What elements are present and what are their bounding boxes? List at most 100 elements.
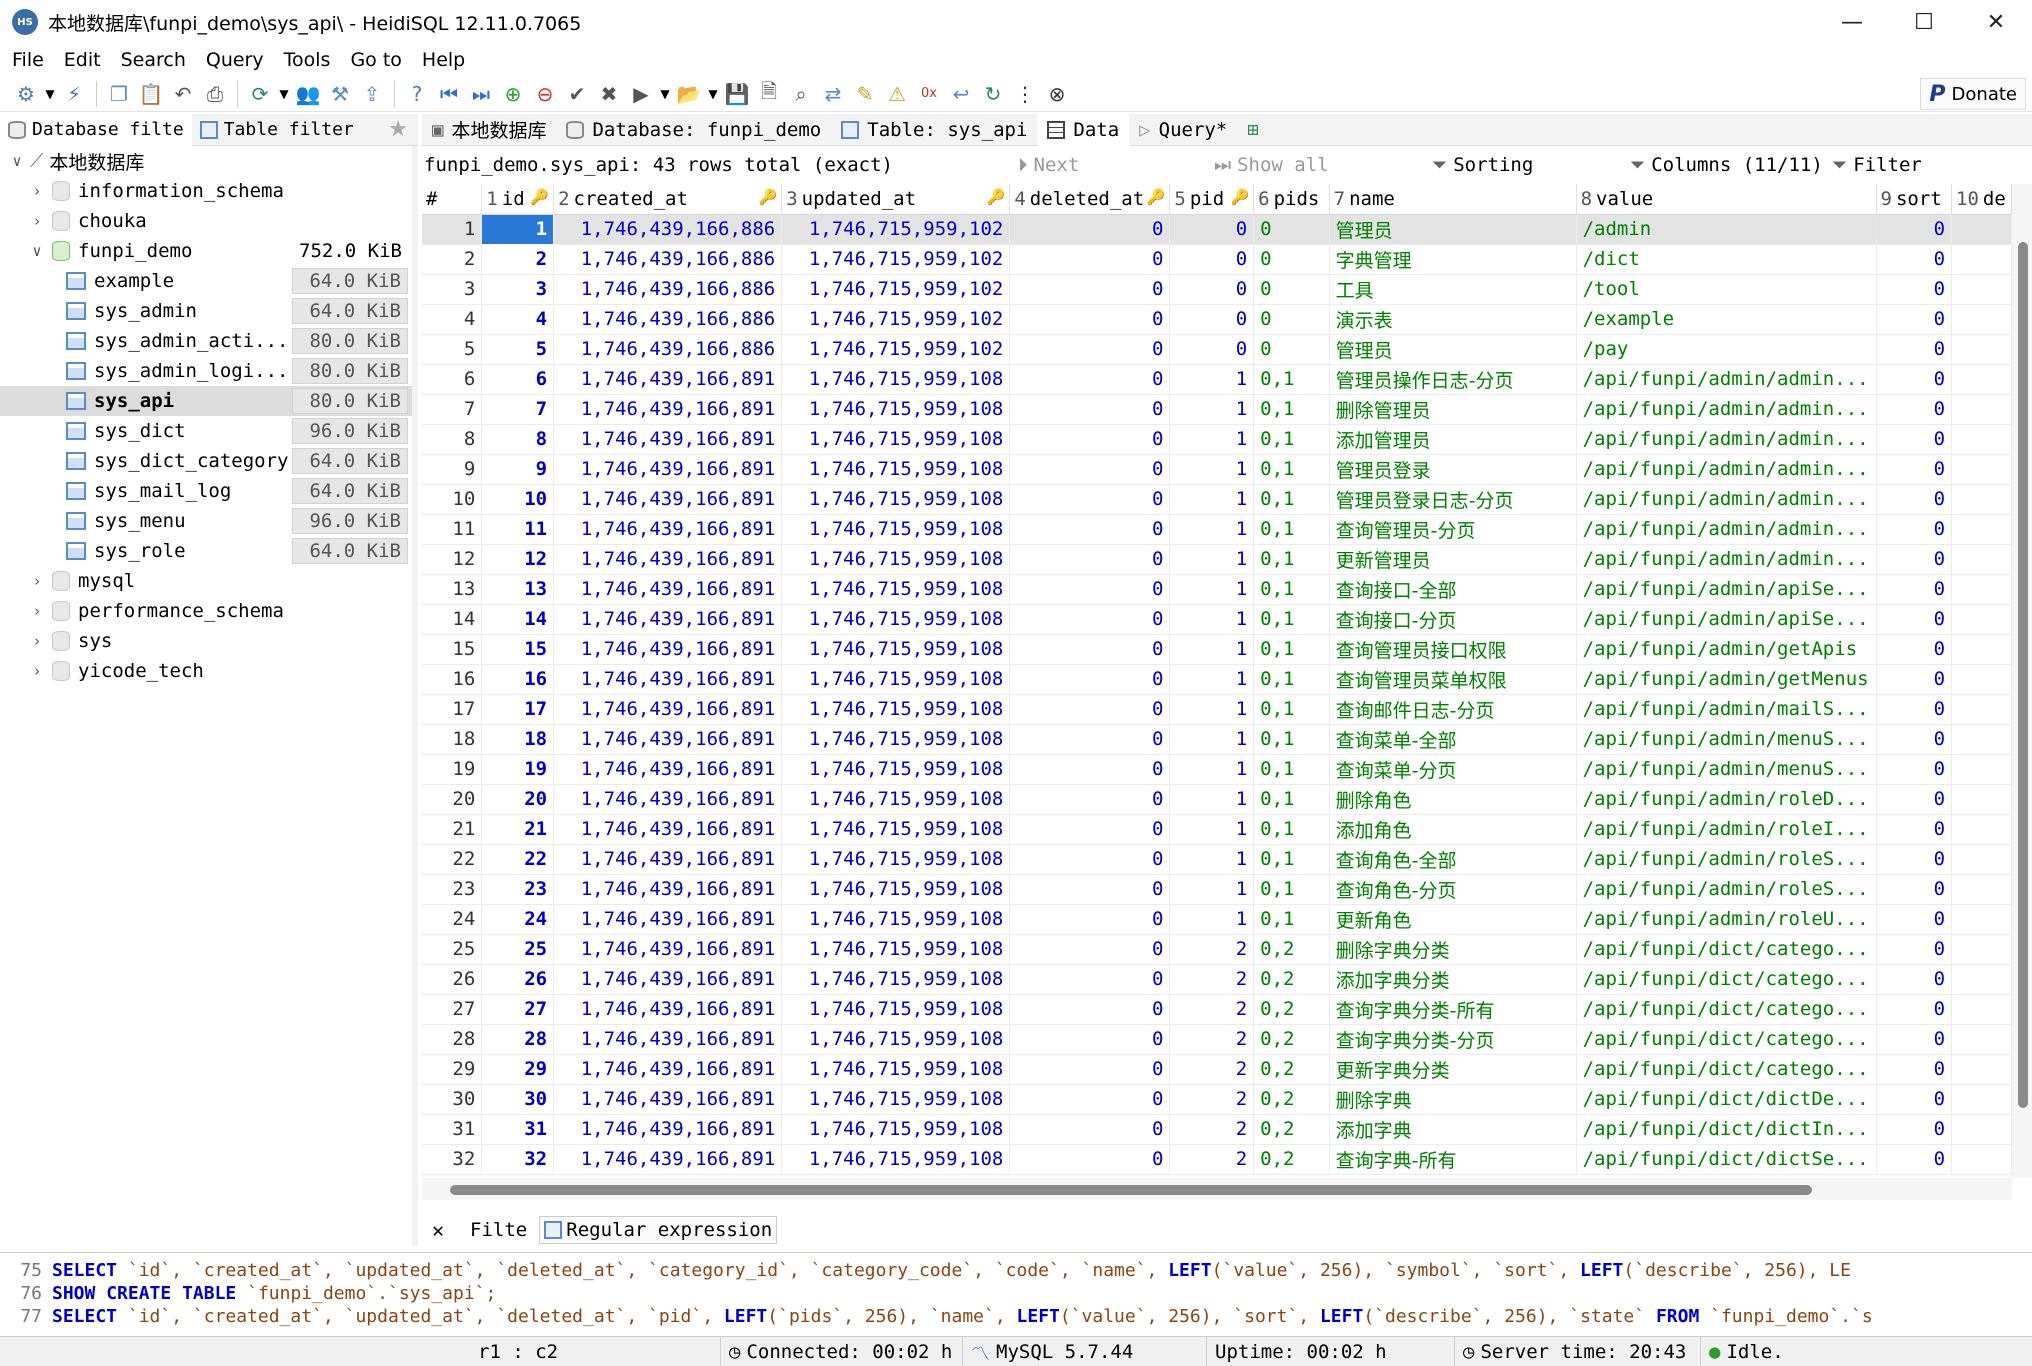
cell-updated-at[interactable]: 1,746,715,959,108 <box>781 574 1011 605</box>
cell-id[interactable]: 2 <box>481 244 555 275</box>
cell-sort[interactable]: 0 <box>1876 964 1953 995</box>
tree-db-performance-schema[interactable]: › performance_schema <box>0 596 412 626</box>
save-as-icon[interactable]: 🗎 <box>753 79 785 109</box>
cell-deleted-at[interactable]: 0 <box>1009 334 1171 365</box>
cell-deleted-at[interactable]: 0 <box>1009 1054 1171 1085</box>
cell-pids[interactable]: 0,1 <box>1253 904 1330 935</box>
menu-goto[interactable]: Go to <box>340 49 411 71</box>
cell-sort[interactable]: 0 <box>1876 784 1953 815</box>
cell-describe[interactable] <box>1951 844 2012 875</box>
cell-deleted-at[interactable]: 0 <box>1009 784 1171 815</box>
cell-sort[interactable]: 0 <box>1876 664 1953 695</box>
cell-id[interactable]: 32 <box>481 1144 555 1175</box>
cell-sort[interactable]: 0 <box>1876 364 1953 395</box>
cell-created-at[interactable]: 1,746,439,166,891 <box>553 634 783 665</box>
cell-id[interactable]: 17 <box>481 694 555 725</box>
cell-value[interactable]: /api/funpi/admin/admin... <box>1576 484 1877 515</box>
table-row[interactable]: 11 11 1,746,439,166,891 1,746,715,959,108 0 1… <box>422 514 2012 545</box>
cell-deleted-at[interactable]: 0 <box>1009 664 1171 695</box>
cell-describe[interactable] <box>1951 874 2012 905</box>
dropdown-arrow-icon[interactable]: ▼ <box>276 79 292 109</box>
chevron-down-icon[interactable]: ∨ <box>10 152 24 170</box>
cell-sort[interactable]: 0 <box>1876 754 1953 785</box>
cell-sort[interactable]: 0 <box>1876 994 1953 1025</box>
cell-name[interactable]: 查询接口-分页 <box>1329 604 1577 635</box>
column-header-rownum[interactable]: # <box>422 184 483 215</box>
tree-table-sys-dict[interactable]: sys_dict 96.0 KiB <box>0 416 412 446</box>
cell-sort[interactable]: 0 <box>1876 304 1953 335</box>
stop-icon[interactable]: ⊗ <box>1041 79 1073 109</box>
cell-updated-at[interactable]: 1,746,715,959,108 <box>781 664 1011 695</box>
save-icon[interactable]: 💾 <box>721 79 753 109</box>
tree-db-information-schema[interactable]: › information_schema <box>0 176 412 206</box>
cell-pid[interactable]: 2 <box>1169 1024 1255 1055</box>
cell-pids[interactable]: 0,1 <box>1253 514 1330 545</box>
cell-pid[interactable]: 1 <box>1169 454 1255 485</box>
cell-deleted-at[interactable]: 0 <box>1009 754 1171 785</box>
cell-pid[interactable]: 2 <box>1169 1114 1255 1145</box>
cell-updated-at[interactable]: 1,746,715,959,108 <box>781 934 1011 965</box>
cell-deleted-at[interactable]: 0 <box>1009 544 1171 575</box>
cancel-changes-icon[interactable]: ✖ <box>593 79 625 109</box>
favorite-star-icon[interactable]: ★ <box>388 117 408 142</box>
tree-table-sys-mail-log[interactable]: sys_mail_log 64.0 KiB <box>0 476 412 506</box>
cell-id[interactable]: 29 <box>481 1054 555 1085</box>
menu-edit[interactable]: Edit <box>54 49 111 71</box>
cell-describe[interactable] <box>1951 1144 2012 1175</box>
table-row[interactable]: 26 26 1,746,439,166,891 1,746,715,959,108 0 2… <box>422 964 2012 995</box>
cell-pid[interactable]: 1 <box>1169 904 1255 935</box>
cell-sort[interactable]: 0 <box>1876 394 1953 425</box>
table-row[interactable]: 19 19 1,746,439,166,891 1,746,715,959,108 0 1… <box>422 754 2012 785</box>
cell-value[interactable]: /api/funpi/admin/menuS... <box>1576 724 1877 755</box>
cell-updated-at[interactable]: 1,746,715,959,108 <box>781 844 1011 875</box>
hex-icon[interactable]: 0x <box>913 79 945 109</box>
column-header-deleted-at[interactable]: 4 deleted_at 🔑 <box>1009 184 1171 215</box>
cell-updated-at[interactable]: 1,746,715,959,108 <box>781 424 1011 455</box>
cell-sort[interactable]: 0 <box>1876 1144 1953 1175</box>
menu-tools[interactable]: Tools <box>274 49 341 71</box>
cell-sort[interactable]: 0 <box>1876 814 1953 845</box>
cell-pid[interactable]: 1 <box>1169 484 1255 515</box>
next-button[interactable]: ⏵ Next <box>1018 148 1079 182</box>
cell-pids[interactable]: 0 <box>1253 214 1330 245</box>
cell-name[interactable]: 查询字典分类-所有 <box>1329 994 1577 1025</box>
cell-created-at[interactable]: 1,746,439,166,891 <box>553 664 783 695</box>
cell-sort[interactable]: 0 <box>1876 1054 1953 1085</box>
cell-describe[interactable] <box>1951 934 2012 965</box>
cell-name[interactable]: 演示表 <box>1329 304 1577 335</box>
cell-id[interactable]: 7 <box>481 394 555 425</box>
cell-name[interactable]: 查询管理员-分页 <box>1329 514 1577 545</box>
tree-table-sys-menu[interactable]: sys_menu 96.0 KiB <box>0 506 412 536</box>
minimize-button[interactable]: — <box>1816 0 1888 44</box>
cell-pid[interactable]: 0 <box>1169 274 1255 305</box>
maintenance-icon[interactable]: ⚒ <box>324 79 356 109</box>
cell-name[interactable]: 删除角色 <box>1329 784 1577 815</box>
table-row[interactable]: 22 22 1,746,439,166,891 1,746,715,959,108 0 1… <box>422 844 2012 875</box>
cell-pids[interactable]: 0,1 <box>1253 694 1330 725</box>
cell-pids[interactable]: 0 <box>1253 334 1330 365</box>
cell-describe[interactable] <box>1951 1054 2012 1085</box>
cell-deleted-at[interactable]: 0 <box>1009 1114 1171 1145</box>
new-query-tab-button[interactable]: ⊞ <box>1237 114 1268 146</box>
cell-describe[interactable] <box>1951 814 2012 845</box>
wrap-icon[interactable]: ↩ <box>945 79 977 109</box>
cell-deleted-at[interactable]: 0 <box>1009 304 1171 335</box>
cell-deleted-at[interactable]: 0 <box>1009 724 1171 755</box>
cell-value[interactable]: /api/funpi/admin/admin... <box>1576 424 1877 455</box>
tree-table-sys-admin[interactable]: sys_admin 64.0 KiB <box>0 296 412 326</box>
menu-search[interactable]: Search <box>111 49 196 71</box>
cell-describe[interactable] <box>1951 964 2012 995</box>
cell-pid[interactable]: 2 <box>1169 964 1255 995</box>
cell-pid[interactable]: 1 <box>1169 424 1255 455</box>
cell-updated-at[interactable]: 1,746,715,959,108 <box>781 514 1011 545</box>
column-header-id[interactable]: 1 id 🔑 <box>481 184 555 215</box>
chevron-right-icon[interactable]: › <box>30 662 44 680</box>
tab-data[interactable]: Data <box>1037 113 1130 146</box>
cell-sort[interactable]: 0 <box>1876 544 1953 575</box>
table-row[interactable]: 30 30 1,746,439,166,891 1,746,715,959,108 0 2… <box>422 1084 2012 1115</box>
columns-button[interactable]: ⏷ Columns (11/11) <box>1630 148 1823 182</box>
column-header-pids[interactable]: 6 pids <box>1253 184 1330 215</box>
cell-created-at[interactable]: 1,746,439,166,891 <box>553 934 783 965</box>
cell-describe[interactable] <box>1951 1084 2012 1115</box>
cell-pids[interactable]: 0,2 <box>1253 964 1330 995</box>
